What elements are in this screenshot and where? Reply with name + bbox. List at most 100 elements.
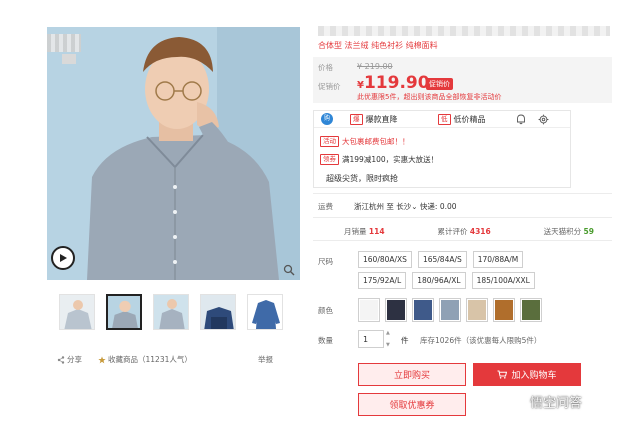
quantity-unit: 件	[401, 336, 409, 345]
promo-line-text: 满199减100，实惠大放送！	[342, 155, 439, 164]
promo-line-event: 活动 大包裹邮费包邮！！	[320, 136, 410, 147]
size-option[interactable]: 160/80A/XS	[358, 251, 412, 268]
zoom-button[interactable]	[281, 262, 297, 278]
promo-tab-low-price[interactable]: 低 低价精品	[420, 113, 510, 125]
size-label: 尺码	[318, 257, 333, 266]
watermark: 悟空问答	[510, 392, 582, 411]
thumbnail-4[interactable]	[200, 294, 236, 330]
points-value: 59	[583, 227, 594, 236]
favorite-label: 收藏商品（11231人气）	[108, 355, 192, 364]
product-subtitle: 合体型 法兰绒 纯色衬衫 纯棉面料	[318, 41, 438, 50]
promo-hot-text: 超级尖货，限时疯抢	[326, 174, 398, 183]
increment-icon[interactable]: ▲	[386, 330, 394, 336]
color-swatch-khaki[interactable]	[466, 298, 488, 322]
promo-limit-note: 此优惠限5件，超出则该商品全部恢复非活动价	[357, 93, 502, 101]
thumbnail-image	[201, 295, 235, 329]
monthly-sales: 月销量 114	[344, 226, 385, 237]
blurred-logo	[47, 34, 81, 52]
promo-price: ¥ 119.90	[357, 73, 430, 93]
get-coupon-button[interactable]: 领取优惠券	[358, 393, 466, 416]
report-label: 举报	[258, 355, 273, 364]
color-swatch-grey-blue[interactable]	[439, 298, 461, 322]
play-icon	[60, 254, 67, 262]
model-illustration	[47, 27, 300, 280]
swatch-fill	[522, 300, 540, 320]
color-swatch-brown[interactable]	[493, 298, 515, 322]
swatch-fill	[360, 300, 378, 320]
report-link[interactable]: 举报	[258, 354, 273, 365]
add-to-cart-button[interactable]: 加入购物车	[473, 363, 581, 386]
promo-line-text: 大包裹邮费包邮！！	[342, 137, 410, 146]
size-option[interactable]: 175/92A/L	[358, 272, 407, 289]
color-swatch-olive[interactable]	[520, 298, 542, 322]
bell-icon	[517, 114, 525, 124]
shipping-info[interactable]: 浙江杭州 至 长沙⌄ 快递: 0.00	[354, 201, 457, 212]
divider	[313, 240, 612, 241]
thumbnail-5[interactable]	[247, 294, 283, 330]
star-icon	[98, 356, 106, 363]
original-price: ¥ 219.00	[357, 62, 393, 71]
size-option[interactable]: 170/88A/M	[472, 251, 524, 268]
watermark-text: 悟空问答	[530, 396, 583, 411]
share-icon	[57, 355, 65, 364]
promotion-tabs: 购 爆 爆款直降 低 低价精品	[314, 111, 570, 128]
quantity-input[interactable]: 1	[358, 330, 384, 348]
promo-tab-shopping[interactable]: 购	[314, 113, 340, 125]
low-tag-icon: 低	[438, 113, 451, 125]
color-label: 颜色	[318, 306, 333, 315]
size-option[interactable]: 180/96A/XL	[412, 272, 466, 289]
promo-line-coupon[interactable]: 领券 满199减100，实惠大放送！	[320, 154, 438, 165]
swatch-fill	[441, 300, 459, 320]
thumbnail-1[interactable]	[59, 294, 95, 330]
coupon-tag: 领券	[320, 154, 339, 165]
size-options: 160/80A/XS 165/84A/S 170/88A/M 175/92A/L…	[358, 251, 568, 289]
add-to-cart-label: 加入购物车	[511, 371, 557, 381]
original-price-label: 价格	[318, 63, 333, 72]
total-reviews[interactable]: 累计评价 4316	[437, 226, 490, 237]
notification-button[interactable]	[510, 114, 532, 125]
blurred-logo-mark	[62, 54, 76, 64]
swatch-fill	[495, 300, 513, 320]
thumbnail-image	[154, 295, 188, 329]
color-swatch-blue[interactable]	[412, 298, 434, 322]
promo-tab-hot-deals[interactable]: 爆 爆款直降	[340, 113, 420, 125]
reviews-label: 累计评价	[437, 227, 468, 236]
share-label: 分享	[67, 355, 82, 364]
color-options	[358, 298, 542, 322]
shipping-label: 运费	[318, 202, 333, 211]
size-option[interactable]: 165/84A/S	[417, 251, 467, 268]
settings-button[interactable]	[532, 114, 554, 125]
thumbnail-image	[108, 296, 140, 328]
color-swatch-white[interactable]	[358, 298, 380, 322]
color-swatch-navy[interactable]	[385, 298, 407, 322]
share-link[interactable]: 分享	[57, 354, 82, 365]
decrement-icon[interactable]: ▼	[386, 342, 394, 348]
promo-price-label: 促销价	[318, 82, 341, 91]
promo-price-amount: 119.90	[363, 73, 430, 93]
thumbnail-2[interactable]	[106, 294, 142, 330]
swatch-fill	[387, 300, 405, 320]
thumbnail-3[interactable]	[153, 294, 189, 330]
magnifier-icon	[283, 264, 295, 276]
shopping-badge-icon: 购	[321, 113, 333, 125]
size-option[interactable]: 185/100A/XXL	[471, 272, 535, 289]
buy-now-label: 立即购买	[393, 371, 430, 381]
quantity-value: 1	[363, 334, 369, 344]
stock-info: 库存1026件（该优惠每人限购5件）	[420, 336, 542, 345]
promo-price-tag: 促销价	[426, 78, 453, 90]
play-video-button[interactable]	[51, 246, 75, 270]
wukong-logo-icon	[510, 393, 526, 410]
gear-icon	[538, 114, 548, 124]
promotion-box: 购 爆 爆款直降 低 低价精品 活动 大包裹邮费包邮！！ 领券 满199减100…	[313, 110, 571, 188]
divider	[313, 193, 612, 194]
cart-icon	[497, 370, 508, 379]
buy-now-button[interactable]: 立即购买	[358, 363, 466, 386]
hot-tag-icon: 爆	[350, 113, 363, 125]
event-tag: 活动	[320, 136, 339, 147]
quantity-stepper[interactable]: ▲ ▼	[386, 330, 394, 348]
main-product-image[interactable]	[47, 27, 300, 280]
monthly-sales-label: 月销量	[344, 227, 367, 236]
gallery-actions: 分享 收藏商品（11231人气） 举报	[57, 354, 289, 365]
currency-symbol: ¥	[357, 80, 364, 91]
favorite-link[interactable]: 收藏商品（11231人气）	[98, 354, 192, 365]
